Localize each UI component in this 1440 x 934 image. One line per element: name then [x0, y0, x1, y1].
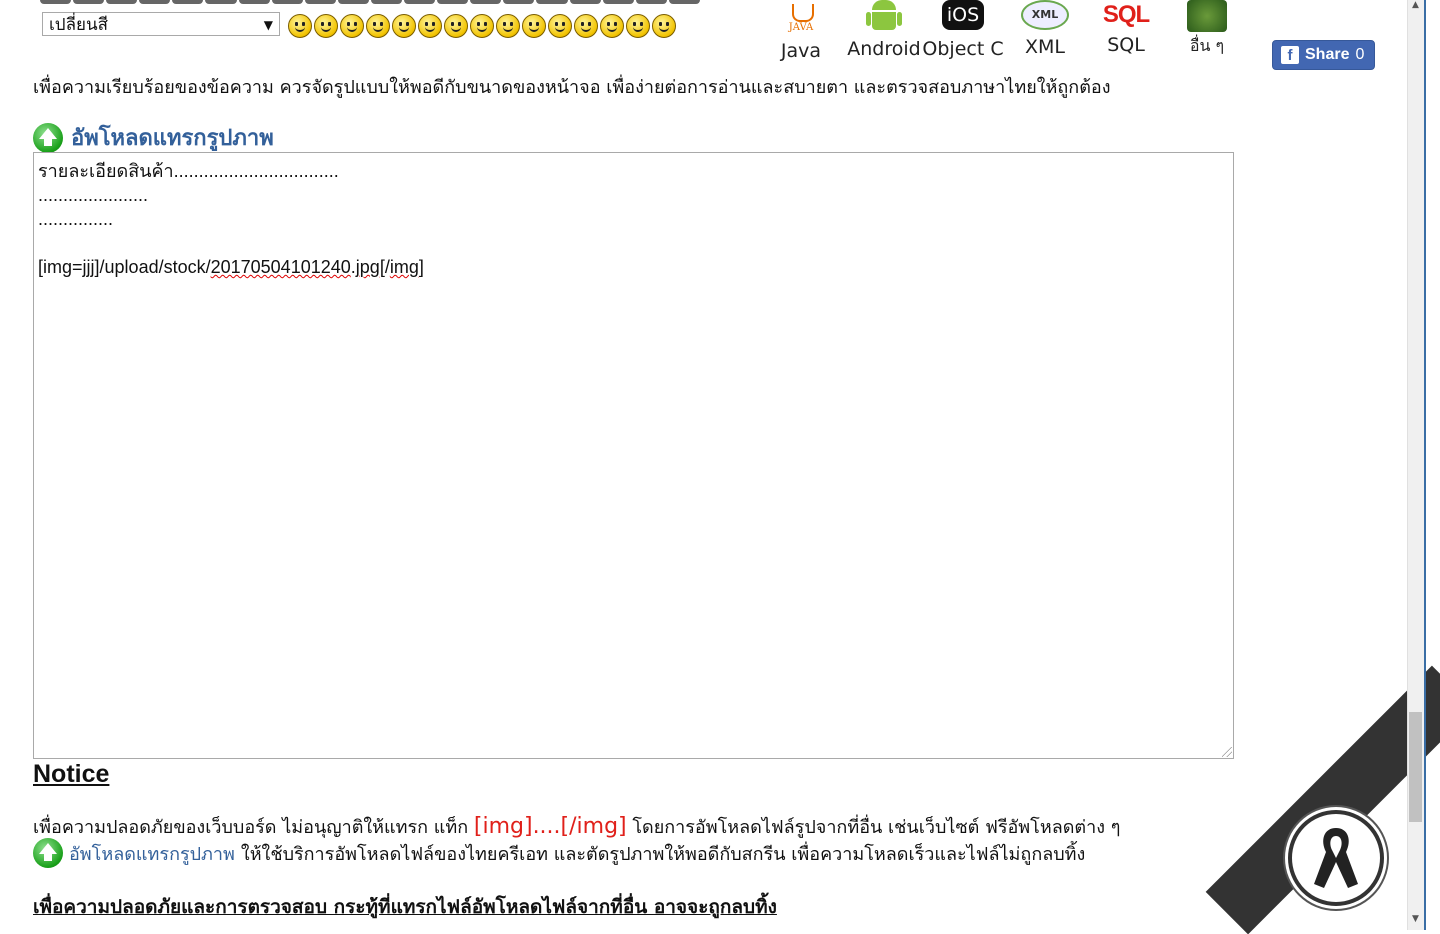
other-icon: [1187, 0, 1227, 32]
smiley-icon[interactable]: [496, 14, 520, 38]
share-count: 0: [1355, 46, 1365, 63]
smiley-icon[interactable]: [548, 14, 572, 38]
smiley-bar: [288, 14, 676, 38]
notice-line: เพื่อความปลอดภัยของเว็บบอร์ด ไม่อนุญาติใ…: [33, 812, 1120, 841]
img-tag-part: [/: [379, 257, 390, 277]
img-tag-part: img: [389, 257, 419, 277]
img-tag-part: jpg: [355, 257, 380, 277]
upload-image-link[interactable]: อัพโหลดแทรกรูปภาพ: [33, 120, 274, 155]
xml-icon: XML: [1021, 0, 1069, 30]
upload-heading-label: อัพโหลดแทรกรูปภาพ: [71, 126, 274, 151]
notice-text: เพื่อความปลอดภัยของเว็บบอร์ด ไม่อนุญาติใ…: [33, 817, 474, 838]
facebook-icon: f: [1281, 46, 1299, 64]
smiley-icon[interactable]: [288, 14, 312, 38]
img-tag-part: jjj: [82, 257, 95, 277]
img-tag-part: [img=: [38, 257, 83, 277]
lang-label: อื่น ๆ: [1189, 36, 1225, 55]
lang-android[interactable]: Android: [846, 0, 922, 60]
smiley-icon[interactable]: [340, 14, 364, 38]
scrollbar-thumb[interactable]: [1409, 712, 1422, 822]
lang-objectc[interactable]: iOS Object C: [922, 0, 1004, 60]
scroll-down-arrow-icon[interactable]: ▼: [1409, 914, 1422, 928]
lang-label: Java: [780, 40, 822, 62]
img-tag-example: [img]....[/img]: [473, 814, 627, 839]
lang-java[interactable]: JAVA Java: [778, 0, 824, 62]
sql-icon: SQL: [1102, 1, 1150, 28]
upload-arrow-icon: [33, 122, 63, 153]
smiley-icon[interactable]: [470, 14, 494, 38]
lang-sql[interactable]: SQL SQL: [1096, 0, 1156, 56]
img-tag-part: ]/upload/stock/: [94, 257, 211, 277]
lang-label: SQL: [1107, 34, 1145, 56]
mourning-ribbon-badge: [1288, 810, 1384, 906]
img-tag-part: 20170504101240: [210, 257, 351, 277]
smiley-icon[interactable]: [652, 14, 676, 38]
smiley-icon[interactable]: [444, 14, 468, 38]
smiley-icon[interactable]: [600, 14, 624, 38]
smiley-icon[interactable]: [314, 14, 338, 38]
img-tag-part: ]: [418, 257, 424, 277]
window-border: [1424, 0, 1426, 930]
editor-line-img: [img=jjj]/upload/stock/20170504101240.jp…: [38, 255, 1229, 279]
upload-image-link-inline[interactable]: อัพโหลดแทรกรูปภาพ: [69, 839, 235, 868]
share-label: Share: [1305, 46, 1350, 63]
smiley-icon[interactable]: [392, 14, 416, 38]
color-select[interactable]: เปลี่ยนสี ▼: [42, 12, 280, 36]
smiley-icon[interactable]: [522, 14, 546, 38]
android-icon: [866, 0, 902, 34]
black-ribbon-icon: [1314, 828, 1358, 888]
editor-line: รายละเอียดสินค้า........................…: [38, 161, 339, 181]
ios-icon: iOS: [942, 0, 984, 30]
lang-other[interactable]: อื่น ๆ: [1186, 0, 1228, 59]
smiley-icon[interactable]: [574, 14, 598, 38]
upload-arrow-icon: [33, 838, 63, 868]
scroll-up-arrow-icon[interactable]: ▲: [1409, 0, 1422, 14]
lang-label: Android: [847, 38, 921, 60]
smiley-icon[interactable]: [626, 14, 650, 38]
lang-xml[interactable]: XML XML: [1018, 0, 1072, 58]
editor-line: ...............: [38, 209, 114, 229]
editor-line: ......................: [38, 185, 149, 205]
deletion-warning: เพื่อความปลอดภัยและการตรวจสอบ กระทู้ที่แ…: [33, 896, 777, 918]
notice-text: โดยการอัพโหลดไฟล์รูปจากที่อื่น เช่นเว็บไ…: [626, 817, 1121, 838]
formatting-info-text: เพื่อความเรียบร้อยของข้อความ ควรจัดรูปแบ…: [33, 77, 1111, 98]
lang-label: XML: [1025, 36, 1065, 58]
notice-title: Notice: [33, 760, 110, 788]
notice-text: ให้ใช้บริการอัพโหลดไฟล์ของไทยครีเอท และต…: [240, 843, 1086, 865]
resize-handle[interactable]: [1222, 747, 1232, 757]
color-select-value: เปลี่ยนสี: [49, 15, 108, 35]
notice-line: อัพโหลดแทรกรูปภาพ ให้ใช้บริการอัพโหลดไฟล…: [33, 838, 1085, 868]
lang-label: Object C: [922, 38, 1004, 60]
editor-line-blank: ​: [38, 231, 1229, 255]
toolbar-strip: [40, 0, 700, 6]
smiley-icon[interactable]: [366, 14, 390, 38]
java-icon: JAVA: [784, 0, 818, 40]
smiley-icon[interactable]: [418, 14, 442, 38]
dropdown-arrow-icon: ▼: [263, 18, 273, 32]
message-textarea[interactable]: รายละเอียดสินค้า........................…: [33, 152, 1234, 759]
facebook-share-button[interactable]: f Share 0: [1272, 40, 1375, 70]
